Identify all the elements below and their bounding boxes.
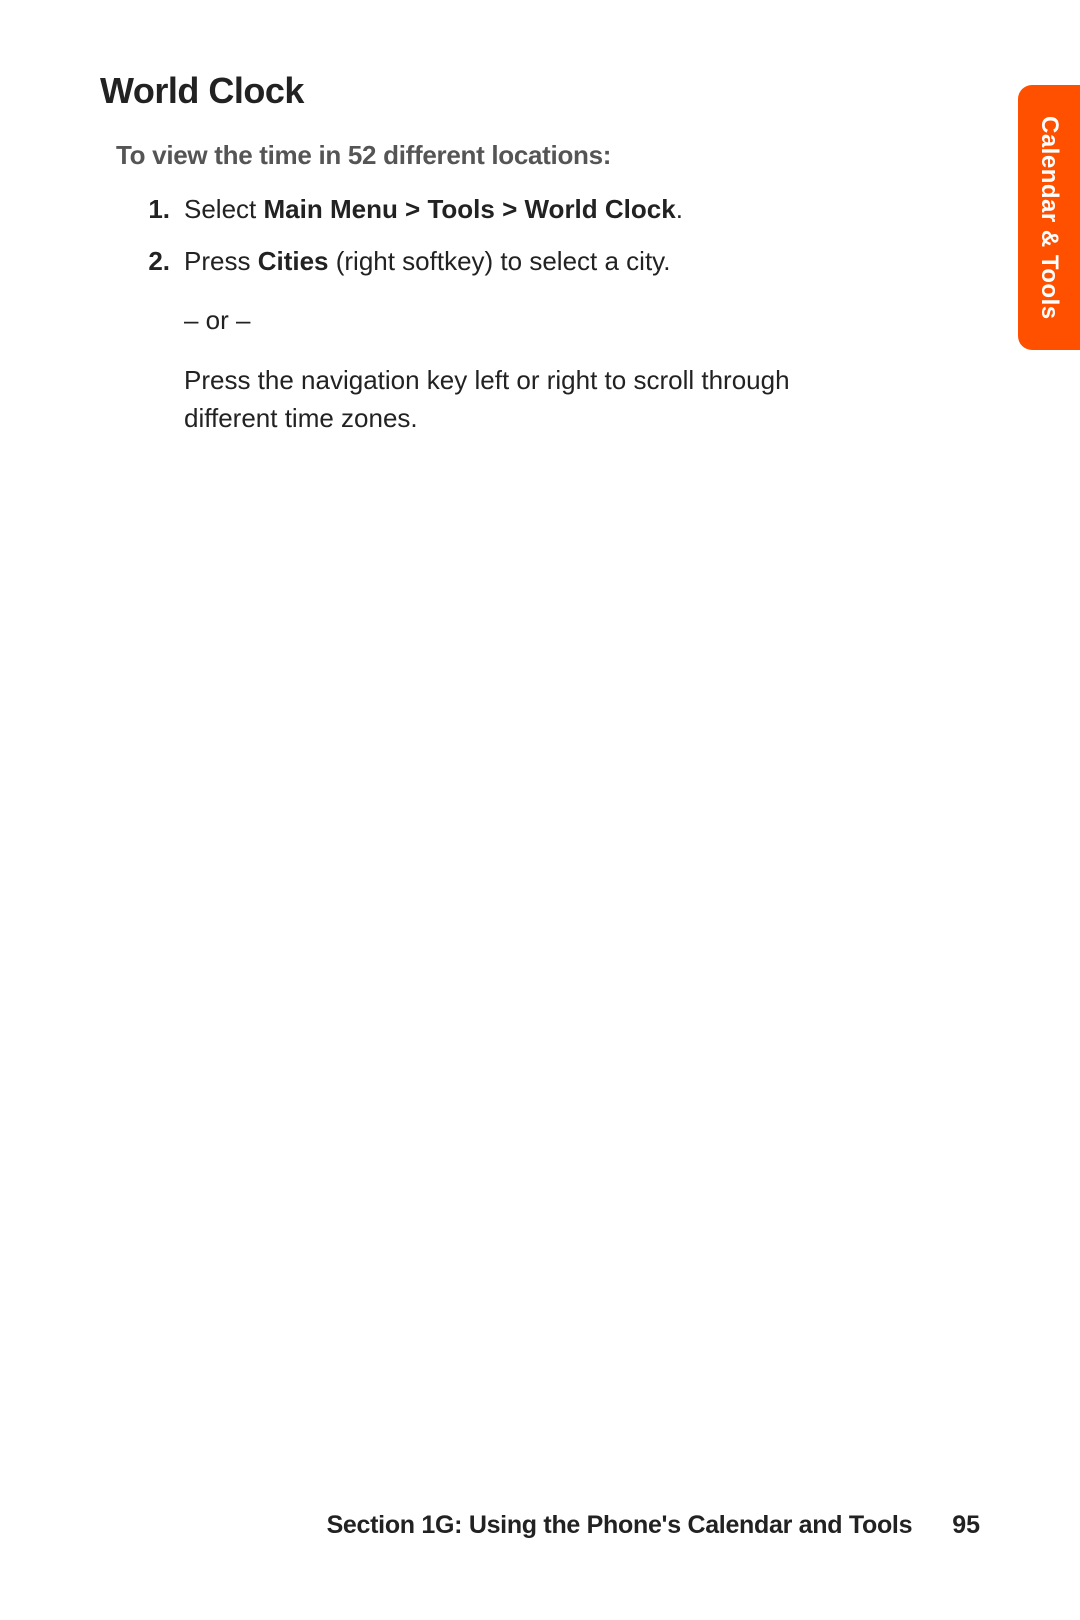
section-tab-label: Calendar & Tools <box>1035 116 1063 320</box>
step-number: 1. <box>140 191 184 229</box>
step-text-prefix: Select <box>184 194 264 224</box>
manual-page: Calendar & Tools World Clock To view the… <box>0 0 1080 1620</box>
step-text-prefix: Press <box>184 246 258 276</box>
intro-text: To view the time in 52 different locatio… <box>116 140 980 171</box>
footer-page-number: 95 <box>952 1511 980 1540</box>
page-heading: World Clock <box>100 70 980 112</box>
step-text-bold: Main Menu > Tools > World Clock <box>264 194 676 224</box>
section-tab: Calendar & Tools <box>1018 85 1080 350</box>
step-number: 2. <box>140 243 184 438</box>
step-1: 1. Select Main Menu > Tools > World Cloc… <box>140 191 860 229</box>
step-body: Press Cities (right softkey) to select a… <box>184 243 860 438</box>
step-text-bold: Cities <box>258 246 329 276</box>
step-list: 1. Select Main Menu > Tools > World Cloc… <box>140 191 980 437</box>
page-footer: Section 1G: Using the Phone's Calendar a… <box>100 1511 980 1540</box>
step-alt: Press the navigation key left or right t… <box>184 362 860 437</box>
step-2: 2. Press Cities (right softkey) to selec… <box>140 243 860 438</box>
step-text-suffix: (right softkey) to select a city. <box>329 246 671 276</box>
step-or: – or – <box>184 302 860 340</box>
footer-section: Section 1G: Using the Phone's Calendar a… <box>327 1511 913 1540</box>
step-body: Select Main Menu > Tools > World Clock. <box>184 191 860 229</box>
step-text-suffix: . <box>676 194 683 224</box>
